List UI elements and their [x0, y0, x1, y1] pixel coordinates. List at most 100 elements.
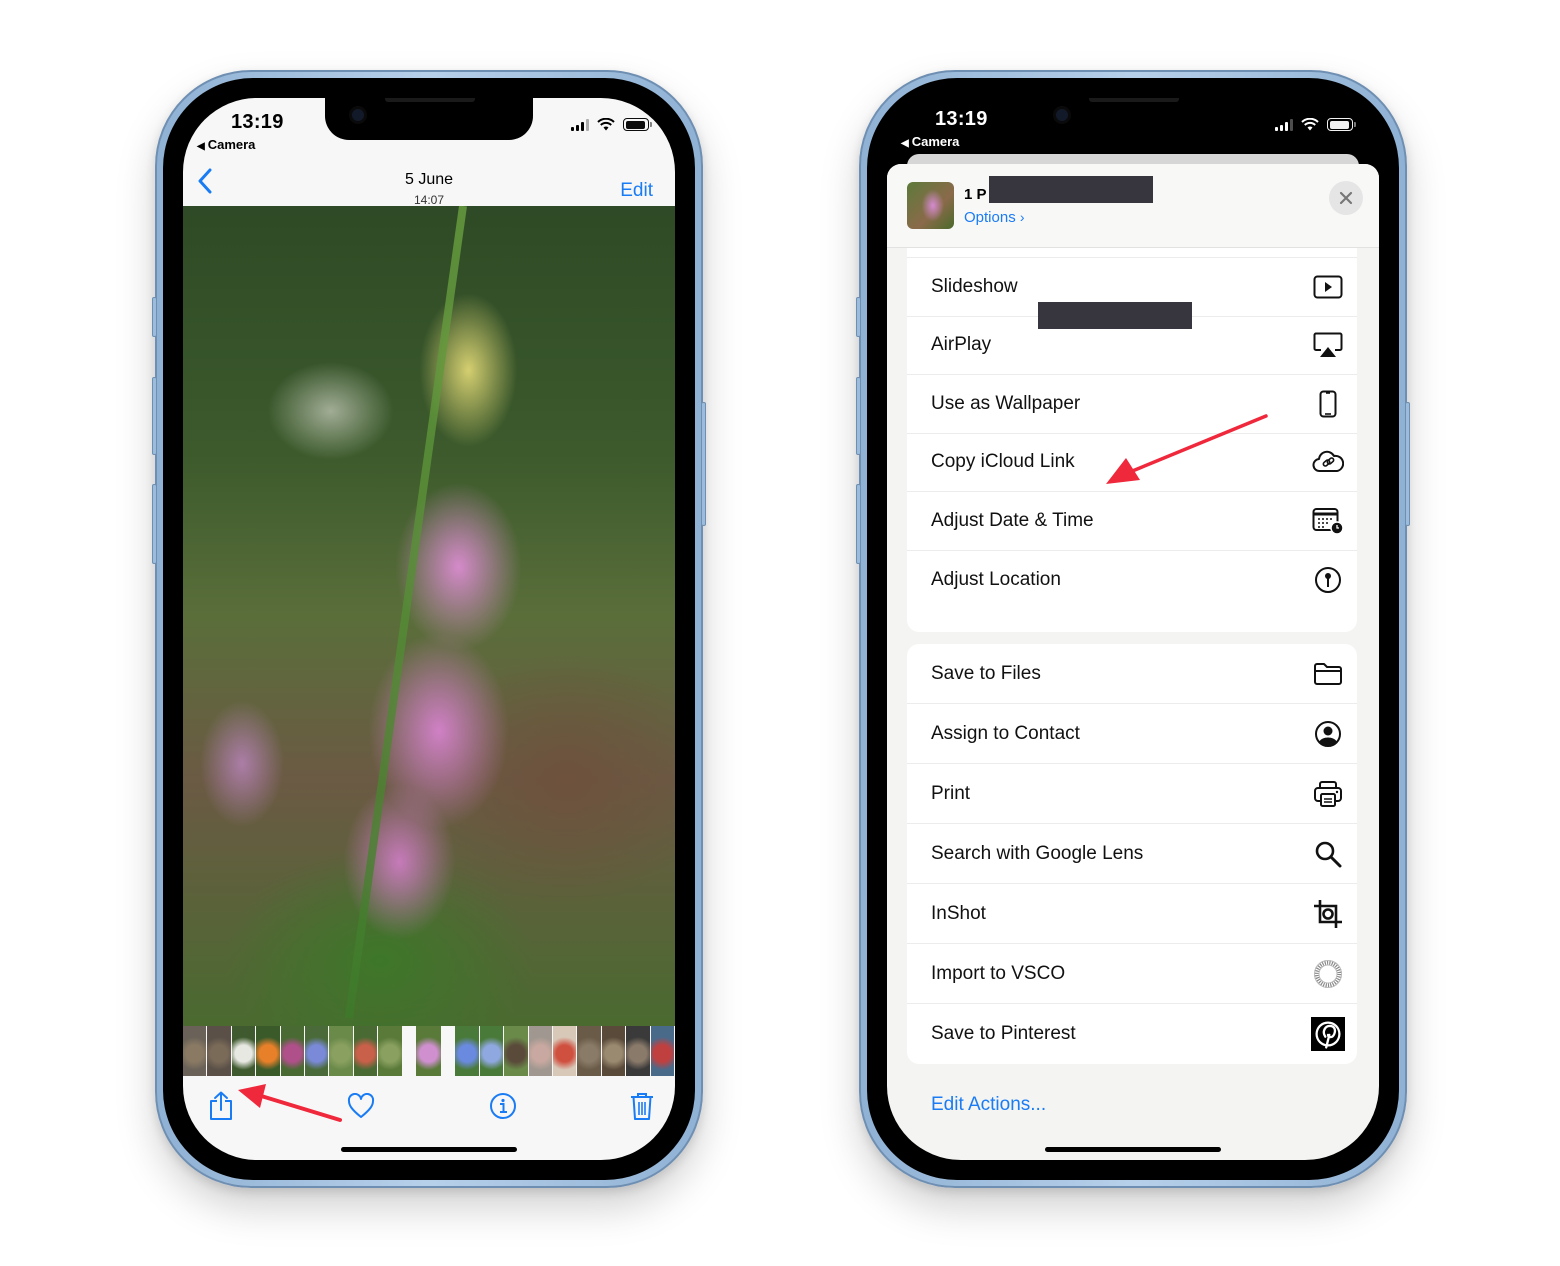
redaction-box: [989, 176, 1153, 203]
thumbnail[interactable]: [626, 1026, 651, 1076]
iphone-icon: [1311, 389, 1345, 419]
wifi-icon: [1301, 118, 1319, 131]
close-button[interactable]: [1329, 181, 1363, 215]
back-triangle-icon: ◀: [901, 138, 909, 149]
redaction-box: [1038, 302, 1192, 329]
thumbnail[interactable]: [256, 1026, 281, 1076]
airplay-icon: [1311, 330, 1345, 360]
thumbnail-strip[interactable]: [183, 1026, 675, 1076]
thumbnail[interactable]: [378, 1026, 403, 1076]
action-label: Search with Google Lens: [931, 842, 1144, 864]
mute-switch: [152, 297, 157, 337]
wifi-icon: [597, 118, 615, 131]
thumbnail[interactable]: [528, 1026, 553, 1076]
thumbnail[interactable]: [650, 1026, 675, 1076]
thumbnail[interactable]: [479, 1026, 505, 1076]
volume-up-button: [152, 377, 157, 455]
action-row-print[interactable]: Print: [907, 764, 1357, 824]
edit-button[interactable]: Edit: [620, 180, 653, 202]
thumbnail[interactable]: [577, 1026, 602, 1076]
notch: [325, 98, 533, 140]
share-sheet-screen: 13:19 ◀ Camera 1 P Options › Slideshow A…: [887, 98, 1379, 1160]
bottom-toolbar: [183, 1088, 675, 1128]
phone-right: 13:19 ◀ Camera 1 P Options › Slideshow A…: [856, 70, 1410, 1188]
person-circle-icon: [1311, 719, 1345, 749]
mute-switch: [856, 297, 861, 337]
thumbnail[interactable]: [455, 1026, 480, 1076]
pinterest-icon: [1311, 1017, 1345, 1051]
thumbnail[interactable]: [280, 1026, 306, 1076]
thumbnail[interactable]: [183, 1026, 208, 1076]
action-row-use-as-wallpaper[interactable]: Use as Wallpaper: [907, 375, 1357, 434]
home-indicator[interactable]: [1045, 1147, 1221, 1152]
phone-left: 13:19 ◀ Camera 5 June 14:07 Edit: [152, 70, 706, 1188]
action-row-import-to-vsco[interactable]: Import to VSCO: [907, 944, 1357, 1004]
thumbnail[interactable]: [329, 1026, 354, 1076]
status-icons: [571, 118, 652, 131]
volume-down-button: [856, 484, 861, 564]
thumbnail[interactable]: [552, 1026, 578, 1076]
favorite-button[interactable]: [345, 1088, 377, 1124]
calendar-clock-icon: [1311, 506, 1345, 536]
thumbnail[interactable]: [305, 1026, 330, 1076]
action-row-inshot[interactable]: InShot: [907, 884, 1357, 944]
status-time: 13:19: [935, 108, 988, 130]
action-label: Print: [931, 782, 971, 804]
back-to-camera-link[interactable]: ◀ Camera: [901, 134, 959, 149]
action-label: Copy iCloud Link: [931, 451, 1075, 473]
thumbnail[interactable]: [353, 1026, 379, 1076]
volume-down-button: [152, 484, 157, 564]
crop-icon: [1311, 899, 1345, 929]
thumbnail[interactable]: [601, 1026, 627, 1076]
photos-screen: 13:19 ◀ Camera 5 June 14:07 Edit: [183, 98, 675, 1160]
action-row-adjust-location[interactable]: Adjust Location: [907, 551, 1357, 610]
action-label: Adjust Date & Time: [931, 509, 1094, 531]
photo-content: [344, 206, 467, 1019]
power-button: [1405, 402, 1410, 526]
thumbnail-current[interactable]: [416, 1026, 442, 1076]
options-link[interactable]: Options ›: [964, 209, 1025, 226]
action-label: Save to Files: [931, 662, 1041, 684]
cloud-link-icon: [1311, 447, 1345, 477]
bezel: 13:19 ◀ Camera 5 June 14:07 Edit: [163, 78, 695, 1180]
trash-icon: [631, 1093, 653, 1120]
delete-button[interactable]: [626, 1088, 658, 1124]
action-label: Import to VSCO: [931, 962, 1066, 984]
photo-viewer[interactable]: [183, 206, 675, 1026]
photo-date: 5 June: [404, 171, 454, 188]
magnifier-icon: [1311, 839, 1345, 869]
play-rectangle-icon: [1311, 272, 1345, 302]
info-icon: [490, 1093, 516, 1119]
action-row-assign-to-contact[interactable]: Assign to Contact: [907, 704, 1357, 764]
action-row-copy-icloud-link[interactable]: Copy iCloud Link: [907, 434, 1357, 492]
info-button[interactable]: [487, 1088, 519, 1124]
notch: [1029, 98, 1237, 140]
back-triangle-icon: ◀: [197, 141, 205, 152]
power-button: [701, 402, 706, 526]
edit-actions-link[interactable]: Edit Actions...: [931, 1094, 1046, 1116]
action-row-save-to-files[interactable]: Save to Files: [907, 644, 1357, 704]
volume-up-button: [856, 377, 861, 455]
action-label: Use as Wallpaper: [931, 392, 1081, 414]
heart-icon: [347, 1093, 375, 1118]
action-row-save-to-pinterest[interactable]: Save to Pinterest: [907, 1004, 1357, 1064]
action-label: Save to Pinterest: [931, 1023, 1076, 1044]
back-to-camera-link[interactable]: ◀ Camera: [197, 137, 255, 152]
folder-icon: [1311, 659, 1345, 689]
bezel: 13:19 ◀ Camera 1 P Options › Slideshow A…: [867, 78, 1399, 1180]
action-row-search-with-google-lens[interactable]: Search with Google Lens: [907, 824, 1357, 884]
action-row-adjust-date-time[interactable]: Adjust Date & Time: [907, 492, 1357, 551]
vsco-ring-icon: [1311, 959, 1345, 989]
actions-group-apps: Save to Files Assign to Contact Print Searc…: [907, 644, 1357, 1064]
chevron-right-icon: ›: [1019, 209, 1025, 225]
share-sheet-header: 1 P Options ›: [887, 164, 1379, 248]
actions-group-photo: HideSlideshowAirPlayUse as WallpaperCopy…: [907, 220, 1357, 632]
status-time: 13:19: [231, 111, 284, 133]
location-pin-icon: [1311, 565, 1345, 595]
share-button[interactable]: [205, 1088, 237, 1124]
thumbnail[interactable]: [504, 1026, 529, 1076]
home-indicator[interactable]: [341, 1147, 517, 1152]
share-sheet-title: 1 P: [964, 186, 987, 203]
thumbnail[interactable]: [231, 1026, 257, 1076]
thumbnail[interactable]: [207, 1026, 232, 1076]
